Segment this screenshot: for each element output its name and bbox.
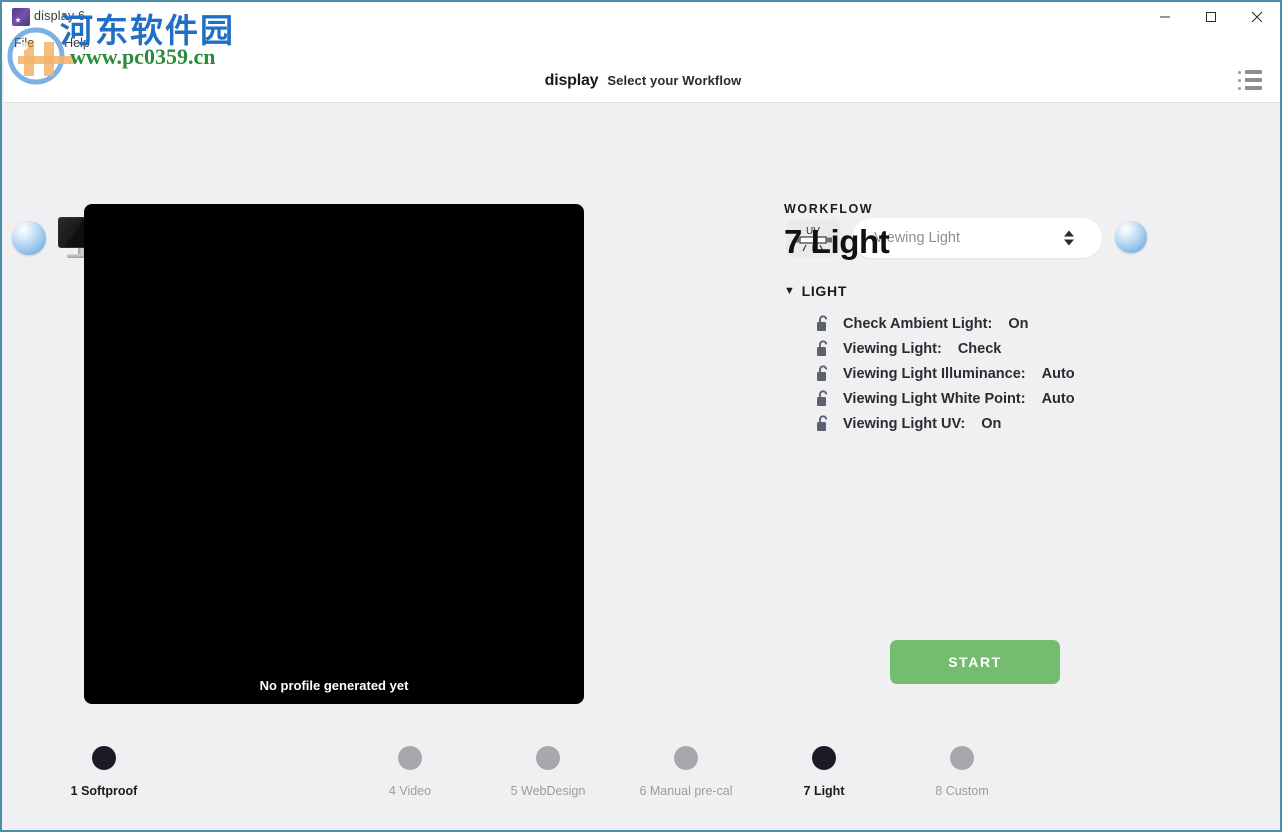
menu-item-help[interactable]: Help [60, 35, 94, 51]
step-label: 8 Custom [935, 784, 989, 798]
setting-label: Viewing Light: [843, 340, 942, 357]
setting-value: Auto [1041, 390, 1075, 407]
menu-bar: File Help [10, 35, 94, 51]
stepper-node-4-video[interactable]: 4 Video [366, 746, 454, 798]
window-title: display 6 [34, 9, 86, 23]
setting-row: Viewing Light: Check [784, 336, 1214, 361]
unlocked-padlock-icon[interactable] [816, 340, 831, 357]
setting-value: Auto [1041, 365, 1075, 382]
stepper-node-current[interactable]: 1 Softproof [62, 746, 146, 798]
setting-row: Check Ambient Light: On [784, 311, 1214, 336]
list-menu-icon[interactable] [1238, 70, 1262, 90]
workflow-settings-list: Check Ambient Light: On Viewing Light: C… [784, 311, 1214, 436]
workflow-stepper: 1 Softproof 4 Video 5 WebDesign 6 Manual… [4, 728, 1280, 830]
setting-value: Check [957, 340, 1002, 357]
application-window: display 6 File Help WORKFLOW EDITOR disp… [0, 0, 1282, 832]
step-dot [950, 746, 974, 770]
preview-caption: No profile generated yet [259, 678, 409, 693]
step-label: 7 Light [803, 784, 845, 798]
step-dot [92, 746, 116, 770]
window-controls [1142, 2, 1280, 32]
setting-value: On [981, 415, 1002, 432]
stepper-node-5-webdesign[interactable]: 5 WebDesign [492, 746, 604, 798]
minimize-icon[interactable] [1142, 2, 1188, 32]
step-dot [812, 746, 836, 770]
setting-row: Viewing Light Illuminance: Auto [784, 361, 1214, 386]
unlocked-padlock-icon[interactable] [816, 390, 831, 407]
setting-label: Check Ambient Light: [843, 315, 993, 332]
page-title: display [544, 71, 599, 89]
chevron-down-icon: ▼ [784, 284, 796, 297]
profile-preview-panel: No profile generated yet [84, 204, 584, 704]
setting-row: Viewing Light UV: On [784, 411, 1214, 436]
device-bar: PHL 274E5 UV [4, 103, 1280, 260]
header-bar: display Select your Workflow [4, 58, 1280, 103]
workflow-section-label: LIGHT [801, 283, 848, 299]
workflow-details-panel: WORKFLOW 7 Light ▼ LIGHT Check Ambient L… [784, 202, 1214, 436]
unlocked-padlock-icon[interactable] [816, 415, 831, 432]
page-subtitle: Select your Workflow [607, 73, 742, 88]
workflow-kicker: WORKFLOW [784, 202, 874, 216]
workflow-title: 7 Light [784, 223, 890, 260]
setting-row: Viewing Light White Point: Auto [784, 386, 1214, 411]
menu-item-file[interactable]: File [10, 35, 38, 51]
setting-label: Viewing Light UV: [843, 415, 966, 432]
stepper-node-7-light[interactable]: 7 Light [782, 746, 866, 798]
stepper-node-8-custom[interactable]: 8 Custom [912, 746, 1012, 798]
stepper-node-6-manual-pre-cal[interactable]: 6 Manual pre-cal [617, 746, 755, 798]
start-button[interactable]: START [890, 640, 1060, 684]
workflow-section-header[interactable]: ▼ LIGHT [784, 283, 1214, 299]
brand-area: display Select your Workflow [4, 58, 1280, 103]
step-label: 4 Video [388, 784, 432, 798]
maximize-icon[interactable] [1188, 2, 1234, 32]
step-label: 1 Softproof [70, 784, 138, 798]
step-dot [674, 746, 698, 770]
step-label: 5 WebDesign [510, 784, 586, 798]
step-dot [536, 746, 560, 770]
unlocked-padlock-icon[interactable] [816, 365, 831, 382]
app-logo-icon [12, 8, 30, 26]
title-bar: display 6 File Help [2, 2, 1280, 58]
blue-sphere-status-icon-left[interactable] [12, 221, 46, 255]
step-label: 6 Manual pre-cal [639, 784, 733, 798]
unlocked-padlock-icon[interactable] [816, 315, 831, 332]
setting-label: Viewing Light Illuminance: [843, 365, 1026, 382]
setting-label: Viewing Light White Point: [843, 390, 1026, 407]
step-dot [398, 746, 422, 770]
close-icon[interactable] [1234, 2, 1280, 32]
setting-value: On [1008, 315, 1029, 332]
